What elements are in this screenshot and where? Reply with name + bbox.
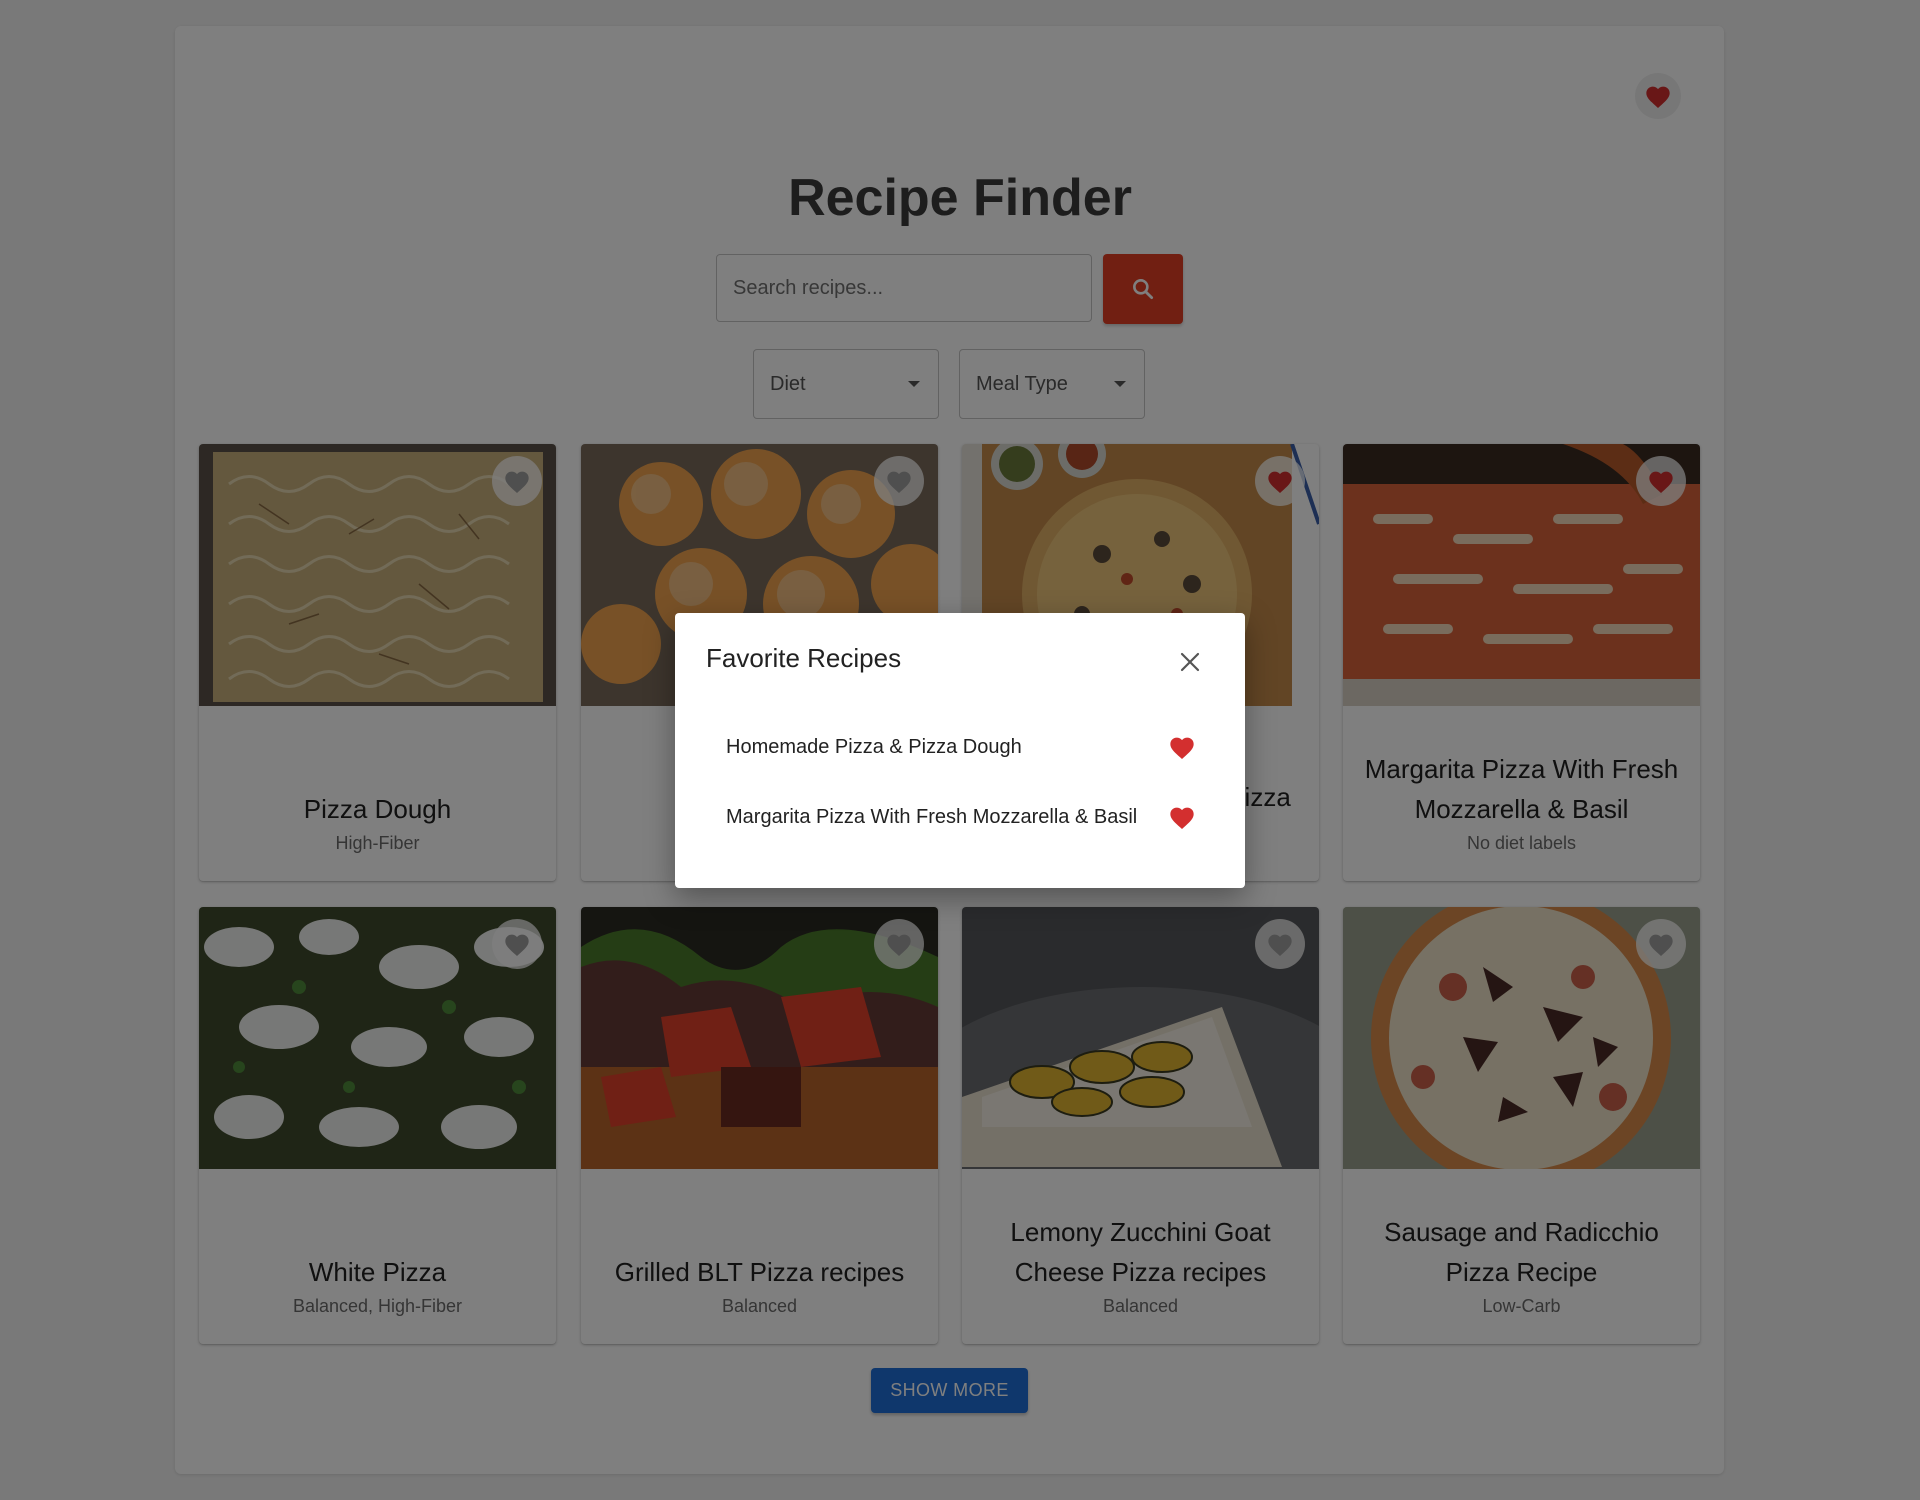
heart-icon[interactable] [1168, 804, 1196, 830]
modal-title: Favorite Recipes [706, 643, 902, 673]
favorites-modal: Favorite Recipes Homemade Pizza & Pizza … [675, 613, 1245, 888]
close-icon [1180, 652, 1200, 672]
heart-icon[interactable] [1168, 734, 1196, 760]
favorite-item-label: Margarita Pizza With Fresh Mozzarella & … [726, 805, 1138, 828]
close-button[interactable] [1174, 646, 1206, 678]
favorite-list-item[interactable]: Margarita Pizza With Fresh Mozzarella & … [726, 797, 1196, 837]
favorite-list-item[interactable]: Homemade Pizza & Pizza Dough [726, 727, 1196, 767]
favorite-item-label: Homemade Pizza & Pizza Dough [726, 735, 1022, 758]
